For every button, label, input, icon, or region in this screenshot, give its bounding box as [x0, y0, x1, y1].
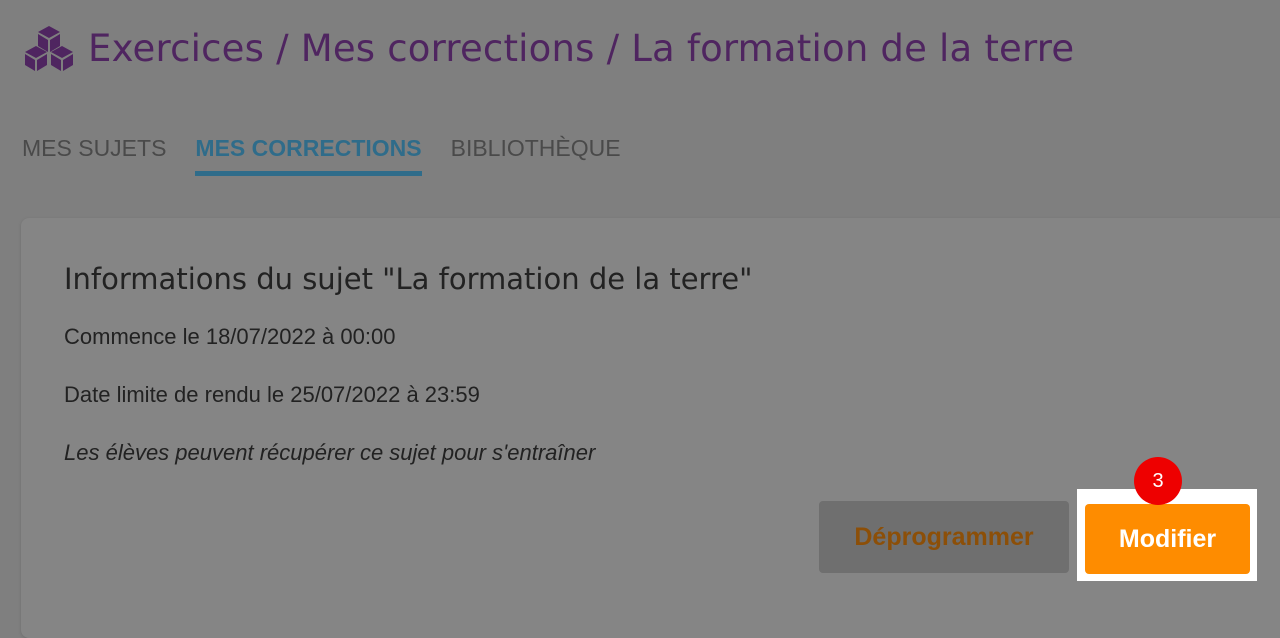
tab-bibliotheque[interactable]: BIBLIOTHÈQUE [451, 130, 621, 176]
page-header: Exercices / Mes corrections / La formati… [22, 22, 1074, 74]
page-title: Exercices / Mes corrections / La formati… [88, 26, 1075, 70]
card-title: Informations du sujet "La formation de l… [64, 262, 753, 296]
tab-bar: MES SUJETS MES CORRECTIONS BIBLIOTHÈQUE [22, 130, 650, 180]
cubes-icon [25, 26, 73, 71]
deprogram-button[interactable]: Déprogrammer [819, 501, 1069, 573]
step-badge: 3 [1134, 457, 1182, 505]
tab-mes-corrections[interactable]: MES CORRECTIONS [195, 130, 422, 176]
modify-button[interactable]: Modifier [1085, 504, 1250, 574]
start-date-text: Commence le 18/07/2022 à 00:00 [64, 324, 396, 349]
practice-note-text: Les élèves peuvent récupérer ce sujet po… [64, 440, 596, 465]
deadline-text: Date limite de rendu le 25/07/2022 à 23:… [64, 382, 480, 407]
tab-mes-sujets[interactable]: MES SUJETS [22, 130, 166, 176]
